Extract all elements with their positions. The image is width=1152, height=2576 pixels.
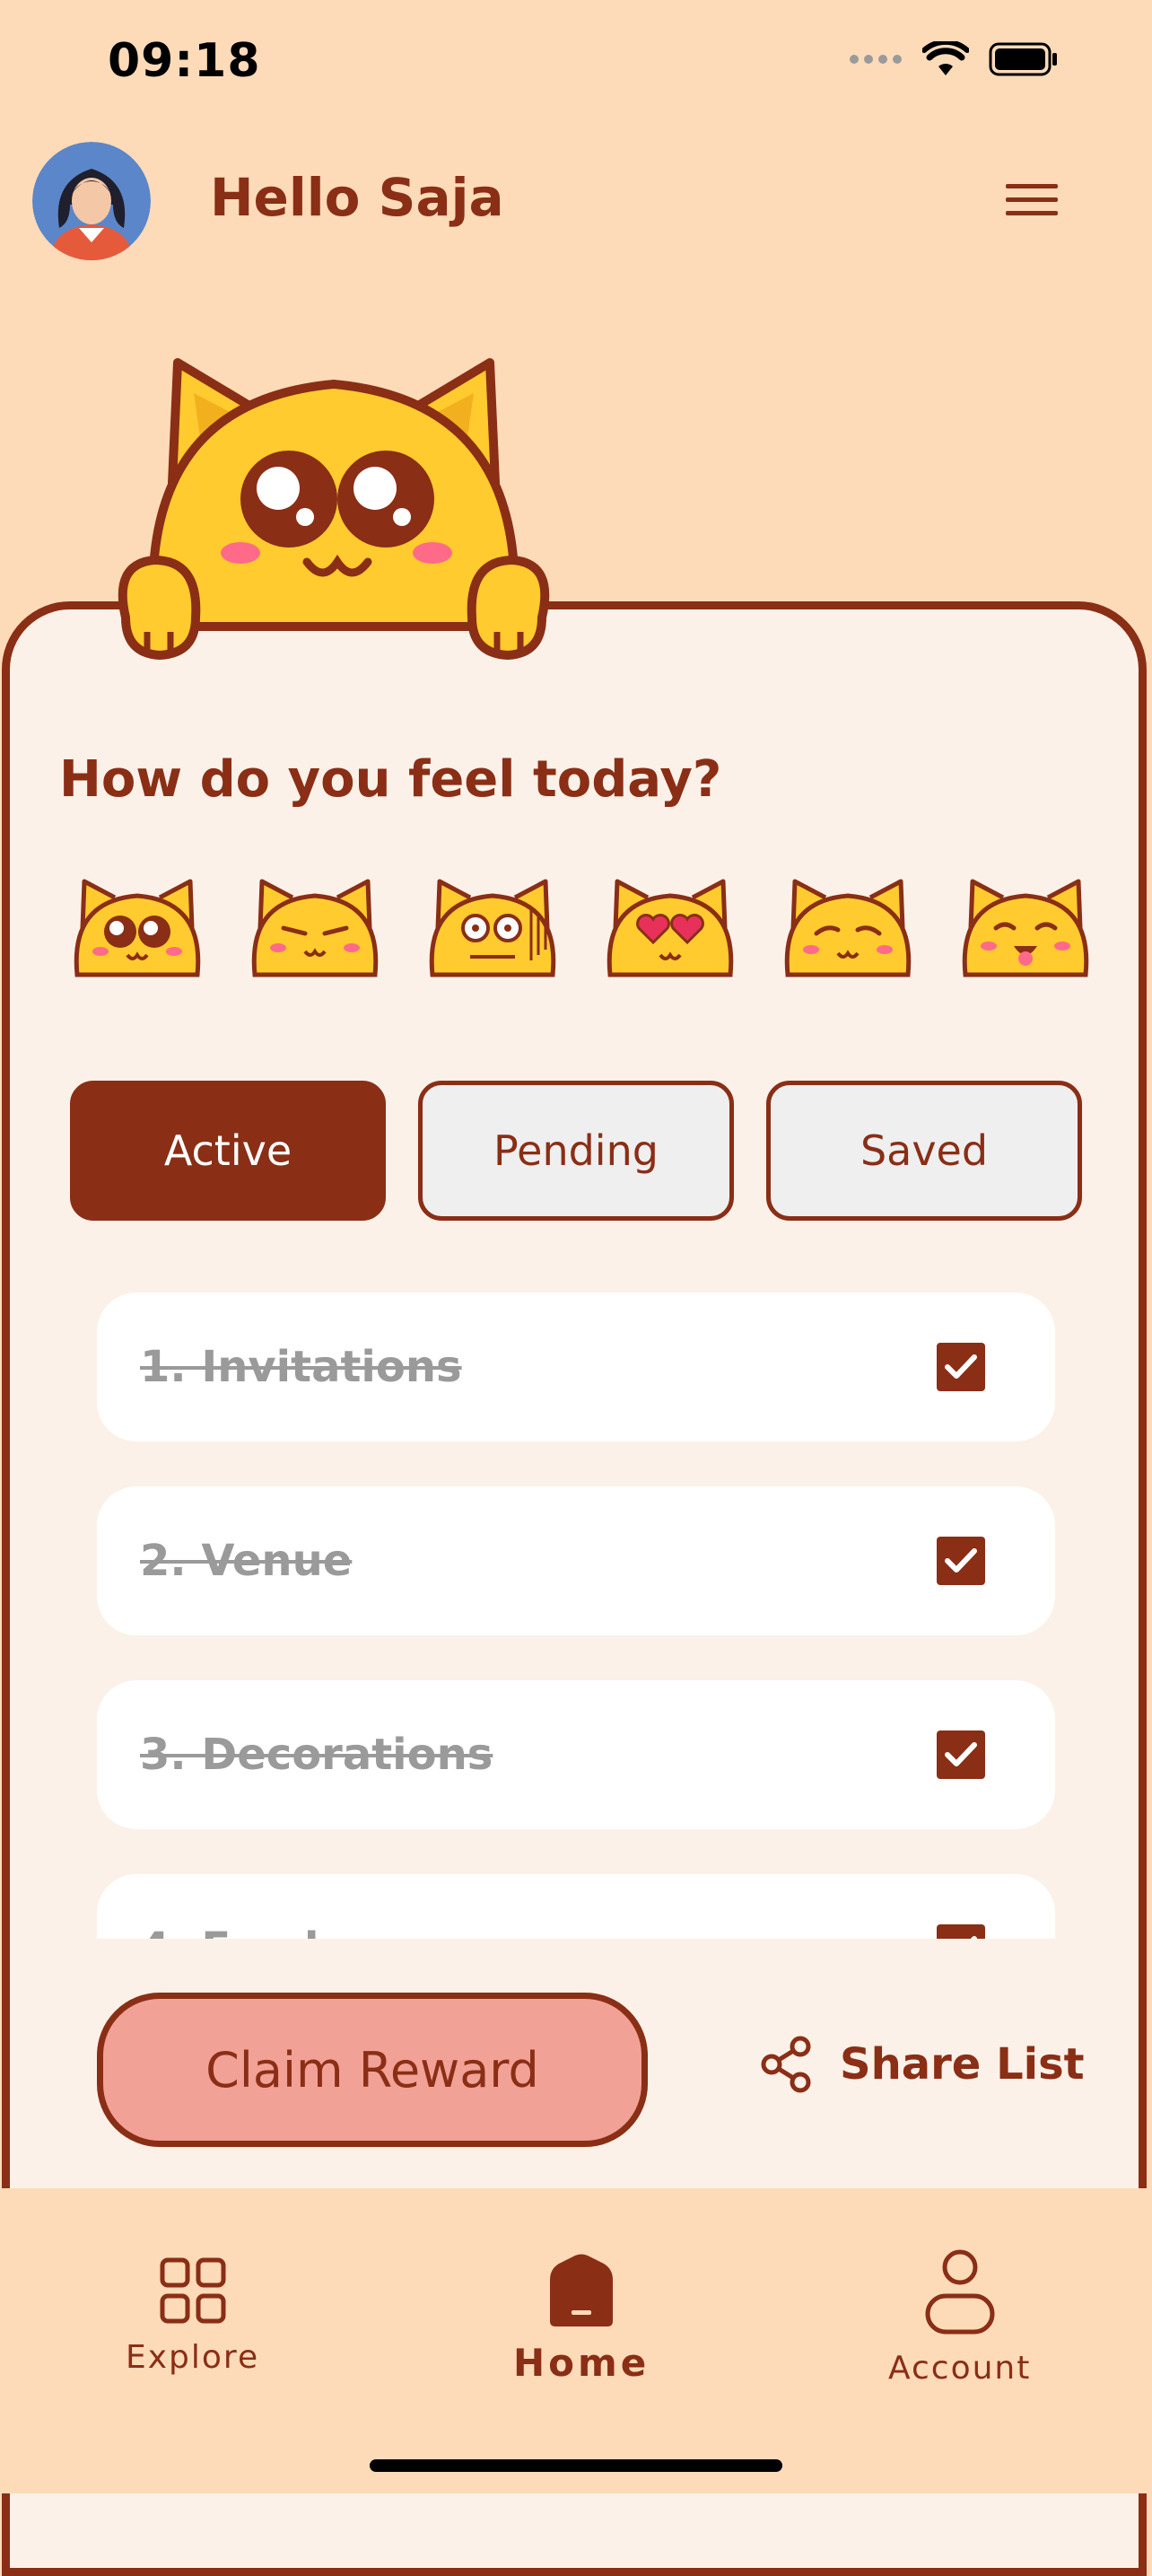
nav-explore[interactable]: Explore — [126, 2255, 259, 2376]
status-icons — [849, 41, 1059, 77]
share-icon — [761, 2036, 811, 2093]
share-list-label: Share List — [840, 2039, 1085, 2090]
task-checkbox[interactable] — [937, 1537, 985, 1585]
love-cat-emoji[interactable] — [603, 874, 737, 982]
check-icon — [945, 1742, 977, 1766]
check-icon — [945, 1548, 977, 1573]
share-list-button[interactable]: Share List — [759, 2036, 1085, 2093]
avatar[interactable] — [32, 142, 151, 260]
check-icon — [970, 1936, 977, 1939]
content-cat-emoji[interactable] — [248, 874, 382, 982]
mood-selector — [70, 874, 1093, 982]
worried-cat-emoji[interactable] — [781, 874, 915, 982]
tab-pending[interactable]: Pending — [418, 1081, 734, 1221]
list-item[interactable]: 3. Decorations — [97, 1680, 1055, 1829]
menu-button[interactable] — [996, 171, 1068, 230]
task-label: 4. Food — [140, 1923, 319, 1939]
nav-home[interactable]: Home — [513, 2253, 650, 2385]
task-checkbox[interactable] — [937, 1343, 985, 1391]
nav-account[interactable]: Account — [888, 2247, 1031, 2387]
nav-home-label: Home — [513, 2341, 650, 2385]
greeting-title: Hello Saja — [210, 167, 504, 228]
task-list[interactable]: 1. Invitations 2. Venue 3. Decorations 4… — [97, 1292, 1055, 1939]
nav-explore-label: Explore — [126, 2339, 260, 2376]
signal-dots-icon — [850, 55, 902, 64]
user-icon — [925, 2249, 995, 2335]
shocked-cat-emoji[interactable] — [425, 874, 560, 982]
task-label: 1. Invitations — [140, 1342, 462, 1392]
home-indicator[interactable] — [370, 2459, 782, 2472]
task-checkbox[interactable] — [937, 1924, 985, 1939]
task-tabs: Active Pending Saved — [70, 1081, 1082, 1221]
dizzy-cat-emoji[interactable] — [70, 874, 205, 982]
cat-mascot-illustration — [118, 358, 550, 661]
bottom-navigation: Explore Home Account — [0, 2188, 1152, 2493]
task-checkbox[interactable] — [937, 1730, 985, 1779]
list-item[interactable]: 1. Invitations — [97, 1292, 1055, 1441]
check-icon — [945, 1354, 977, 1379]
task-label: 3. Decorations — [140, 1730, 493, 1780]
status-time: 09:18 — [108, 34, 261, 88]
battery-icon — [989, 42, 1057, 76]
tab-saved[interactable]: Saved — [766, 1081, 1082, 1221]
playful-cat-emoji[interactable] — [958, 874, 1093, 982]
hamburger-menu-icon — [1006, 184, 1058, 215]
claim-reward-button[interactable]: Claim Reward — [97, 1993, 648, 2147]
home-icon — [550, 2254, 614, 2326]
grid-icon — [160, 2257, 226, 2324]
tab-active[interactable]: Active — [70, 1081, 386, 1221]
nav-account-label: Account — [888, 2350, 1032, 2387]
mood-title: How do you feel today? — [59, 750, 722, 809]
list-item[interactable]: 2. Venue — [97, 1486, 1055, 1635]
wifi-icon — [922, 41, 969, 75]
list-item[interactable]: 4. Food — [97, 1874, 1055, 1939]
task-label: 2. Venue — [140, 1536, 353, 1586]
